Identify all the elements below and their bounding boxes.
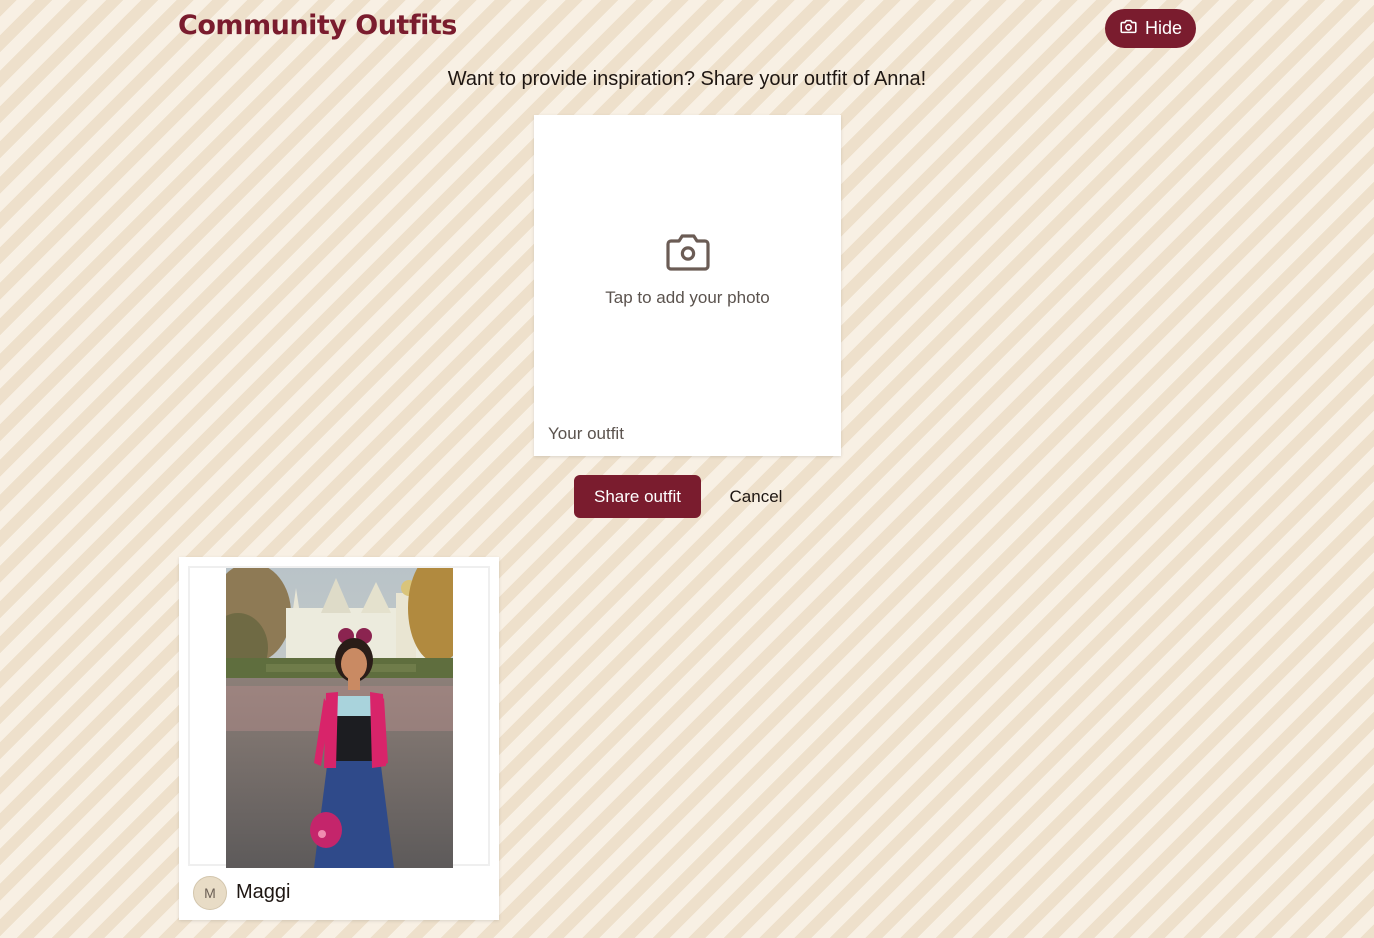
photo-upload-area[interactable]: Tap to add your photo Your outfit — [534, 115, 841, 456]
avatar: M — [193, 876, 227, 910]
outfit-photo-frame — [188, 566, 490, 868]
outfit-caption-field[interactable]: Your outfit — [548, 424, 624, 444]
cancel-button[interactable]: Cancel — [718, 475, 794, 518]
hide-button-label: Hide — [1144, 18, 1183, 38]
outfit-author-name: Maggi — [236, 881, 291, 903]
page-title: Community Outfits — [178, 10, 457, 41]
outfit-photo[interactable] — [226, 568, 453, 868]
outfit-card[interactable]: M Maggi — [179, 557, 499, 920]
share-prompt: Want to provide inspiration? Share your … — [447, 68, 927, 90]
camera-icon — [1119, 17, 1138, 41]
share-outfit-button[interactable]: Share outfit — [574, 475, 701, 518]
hide-button[interactable]: Hide — [1105, 9, 1196, 48]
camera-icon — [665, 232, 711, 272]
upload-hint: Tap to add your photo — [605, 288, 770, 307]
